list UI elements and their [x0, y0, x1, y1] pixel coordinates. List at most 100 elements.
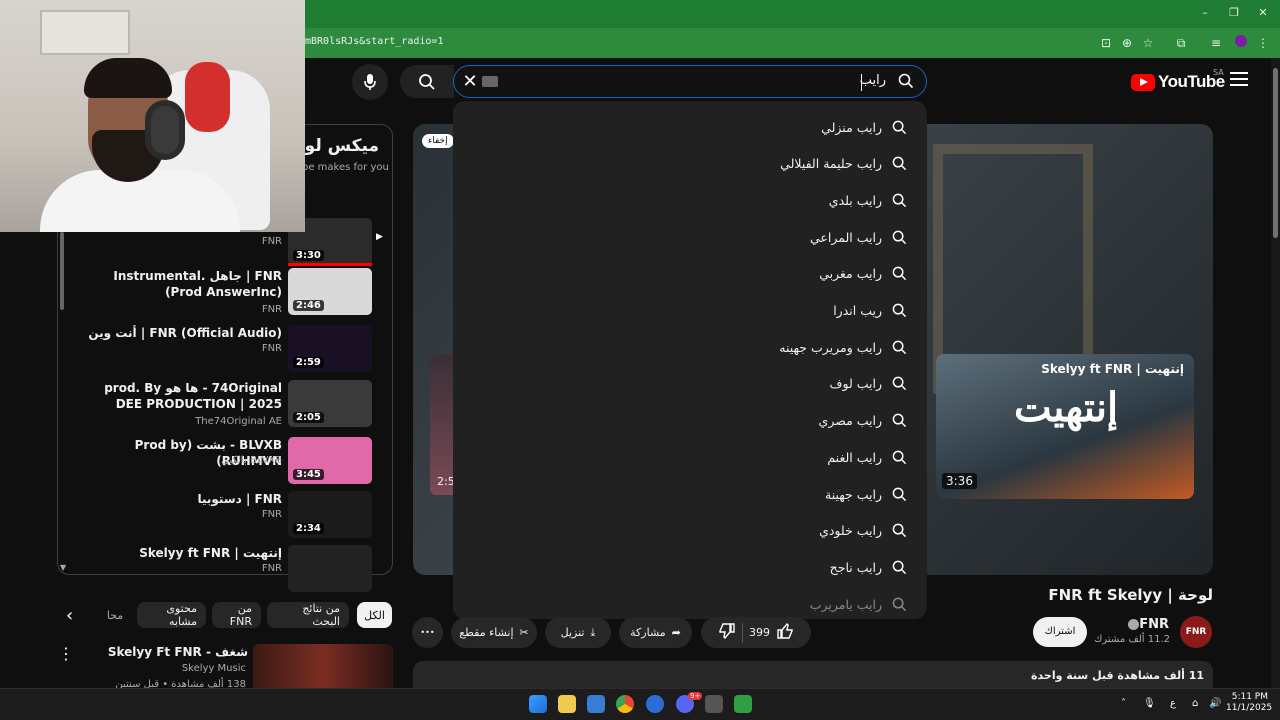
playlist-item-thumbnail[interactable]: 2:05 [288, 380, 372, 427]
share-button[interactable]: ➦ مشاركة [619, 617, 692, 648]
chrome-icon[interactable] [616, 695, 634, 713]
rec-channel[interactable]: Skelyy Music [182, 663, 246, 674]
suggestion-item[interactable]: رايب مغربي [819, 256, 907, 292]
webcam-overlay [0, 0, 305, 232]
browser-menu-icon[interactable]: ⋮ [1254, 34, 1272, 52]
xbox-icon[interactable] [705, 695, 723, 713]
app-icon[interactable] [646, 695, 664, 713]
playlist-item-thumbnail[interactable]: 3:45 [288, 437, 372, 484]
playlist-item-title: FNR | دستوبيا [197, 492, 282, 506]
rec-thumbnail[interactable] [253, 644, 393, 694]
playlist-item-thumbnail[interactable]: 2:59 [288, 325, 372, 372]
system-clock[interactable]: 5:11 PM 11/1/2025 [1226, 692, 1272, 714]
suggestion-item[interactable]: رايب الغنم [827, 439, 907, 475]
subscribe-button[interactable]: اشتراك [1033, 617, 1087, 647]
chip-related[interactable]: محتوى مشابه [137, 602, 206, 628]
network-icon[interactable]: ⌂ [1192, 698, 1198, 709]
page-scrollbar-thumb[interactable] [1273, 68, 1278, 238]
channel-name[interactable]: FNR [1139, 617, 1169, 632]
file-explorer-icon[interactable] [558, 695, 576, 713]
like-count[interactable]: 399 [749, 626, 770, 639]
playlist-item[interactable]: 2:46 FNR | جاهل .Instrumental (Prod Answe… [62, 268, 374, 320]
playlist-item[interactable]: 2:05 74Original - ها هو prod. By DEE PROD… [62, 380, 374, 432]
playlist-item-channel: FNR [261, 236, 282, 247]
playlist-item-thumbnail[interactable]: 2:34 [288, 491, 372, 538]
suggestion-item[interactable]: رايب ناجح [830, 549, 907, 585]
extensions-icon[interactable]: ⧉ [1172, 34, 1190, 52]
download-button[interactable]: ⤓ تنزيل [545, 617, 611, 648]
suggestion-item[interactable]: رايب خلودي [819, 513, 907, 549]
playlist-item[interactable]: إنتهيت | Skelyy ft FNR FNR [62, 545, 374, 597]
suggestion-item[interactable]: رايب يامريرب [810, 586, 907, 622]
search-button[interactable] [400, 65, 454, 98]
playlist-item[interactable]: 3:45 BLVXB - بشت (Prod by RUHMVN) BLVXB با… [62, 437, 374, 489]
search-icon [892, 413, 907, 428]
search-suggestions: رايب منزلي رايب حليمة الفيلالي رايب بلدي را… [453, 101, 927, 619]
end-screen-card-left[interactable] [430, 355, 454, 495]
playlist-item-thumbnail[interactable]: 2:46 [288, 268, 372, 315]
playlist-item[interactable]: 2:34 FNR | دستوبيا FNR [62, 491, 374, 543]
more-actions-button[interactable]: ••• [412, 617, 443, 648]
store-icon[interactable] [587, 695, 605, 713]
playlist-item-duration: 2:59 [293, 357, 324, 368]
voice-search-button[interactable] [352, 64, 388, 100]
hide-button[interactable]: إخفاء [422, 134, 454, 148]
install-app-icon[interactable]: ⊡ [1097, 34, 1115, 52]
playlist-item-title: FNR (Official Audio) | أنت وين [88, 326, 282, 340]
clear-search-icon[interactable]: ✕ [459, 71, 481, 92]
rec-title[interactable]: شغف - Skelyy Ft FNR [108, 645, 248, 659]
chip-from-search[interactable]: من نتائج البحث [267, 602, 349, 628]
youtube-logo[interactable]: YouTube [1131, 72, 1225, 92]
chip-partial[interactable]: محا [100, 602, 130, 628]
suggestion-item[interactable]: رايب منزلي [821, 109, 907, 145]
end-screen-card-duration: 3:36 [942, 473, 977, 489]
chip-from-channel[interactable]: من FNR [212, 602, 261, 628]
suggestion-item[interactable]: رايب ومريرب جهينه [779, 329, 907, 365]
suggestion-text: رايب المراعي [810, 229, 882, 245]
end-screen-card[interactable]: إنتهيت إنتهيت | Skelyy ft FNR 3:36 [936, 354, 1194, 499]
suggestion-item[interactable]: رايب المراعي [810, 219, 907, 255]
url-text[interactable]: mBR0lsRJs&start_radio=1 [305, 36, 443, 47]
suggestion-item[interactable]: رايب بلدي [829, 182, 907, 218]
chips-prev-arrow-icon[interactable]: ‹ [66, 605, 73, 626]
page-scrollbar[interactable] [1271, 58, 1280, 688]
search-icon [898, 73, 914, 93]
tray-overflow-icon[interactable]: ˄ [1121, 698, 1126, 709]
zoom-icon[interactable]: ⊕ [1118, 34, 1136, 52]
keyboard-icon[interactable] [482, 76, 498, 87]
suggestion-item[interactable]: رايب مصري [819, 403, 907, 439]
maximize-button[interactable]: ❐ [1224, 6, 1244, 22]
input-language[interactable]: ع [1170, 698, 1176, 709]
close-window-button[interactable]: ✕ [1253, 6, 1273, 22]
dislike-icon[interactable] [718, 622, 736, 643]
chip-all[interactable]: الكل [357, 602, 392, 628]
playlist-item-channel: FNR [261, 343, 282, 354]
suggestion-item[interactable]: رايب حليمة الفيلالي [780, 146, 907, 182]
suggestion-item[interactable]: ريب اندرا [833, 293, 907, 329]
like-icon[interactable] [776, 622, 794, 643]
webcam-chair-accent [185, 62, 230, 132]
discord-badge: 9+ [688, 692, 703, 700]
start-menu-icon[interactable] [529, 695, 547, 713]
android-icon[interactable] [734, 695, 752, 713]
hamburger-menu-icon[interactable] [1230, 72, 1248, 88]
rec-more-icon[interactable]: ⋮ [58, 644, 74, 663]
suggestion-item[interactable]: رايب جهينة [825, 476, 907, 512]
scissors-icon: ✂ [519, 626, 529, 639]
profile-avatar[interactable] [1232, 34, 1250, 52]
playlist-item-thumbnail[interactable] [288, 545, 372, 592]
tray-mic-icon[interactable]: 🎙 [1143, 698, 1156, 709]
volume-icon[interactable]: 🔊 [1209, 698, 1221, 709]
search-icon [892, 193, 907, 208]
playlist-item[interactable]: 2:59 FNR (Official Audio) | أنت وين FNR [62, 325, 374, 377]
media-control-icon[interactable]: ≡ [1207, 34, 1225, 52]
minimize-button[interactable]: – [1195, 6, 1215, 22]
share-icon: ➦ [671, 626, 681, 639]
search-icon [892, 230, 907, 244]
search-icon [892, 523, 907, 538]
suggestion-item[interactable]: رايب لوف [830, 366, 907, 402]
search-input[interactable]: ✕ رايب [453, 65, 927, 98]
bookmark-star-icon[interactable]: ☆ [1139, 34, 1157, 52]
channel-avatar[interactable]: FNR [1180, 616, 1212, 648]
clip-button[interactable]: ✂ إنشاء مقطع [451, 617, 537, 648]
